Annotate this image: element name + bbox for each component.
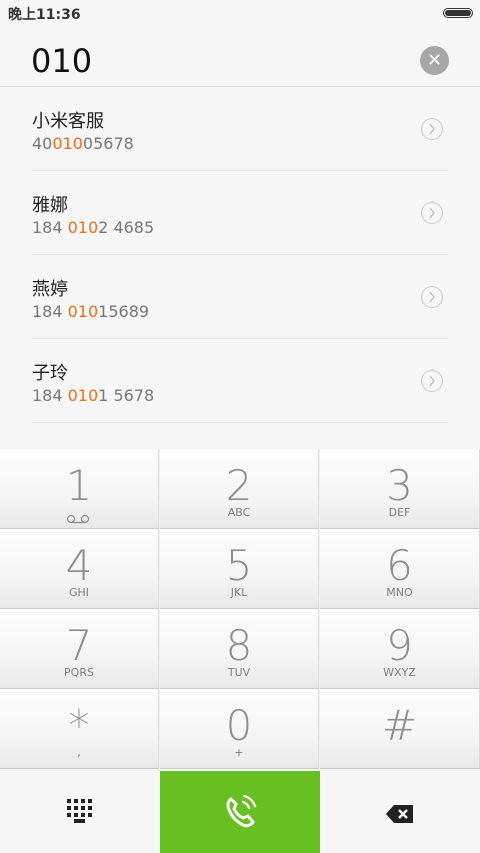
voicemail-icon	[66, 509, 90, 528]
status-time: 晚上11:36	[8, 7, 81, 23]
contact-result[interactable]: 燕婷 184 01015689	[32, 255, 448, 339]
dial-key-6[interactable]: 6 MNO	[320, 529, 480, 609]
dialpad: 1 2 ABC 3 DEF 4 GHI 5 JKL 6 MNO 7 PQRS 8…	[0, 449, 480, 771]
contact-number: 4001005678	[32, 134, 134, 153]
dial-key-1[interactable]: 1	[0, 449, 159, 529]
contact-name: 雅娜	[32, 195, 68, 216]
contact-name: 燕婷	[32, 279, 68, 300]
contact-number: 184 0101 5678	[32, 386, 155, 405]
contact-number: 184 0102 4685	[32, 218, 155, 237]
dial-key-star[interactable]: * ,	[0, 689, 159, 769]
keypad-icon[interactable]	[0, 771, 160, 853]
dial-key-9[interactable]: 9 WXYZ	[320, 609, 480, 689]
contact-name: 小米客服	[32, 111, 104, 132]
dial-key-hash[interactable]: #	[320, 689, 480, 769]
bottom-bar	[0, 771, 480, 853]
dial-key-5[interactable]: 5 JKL	[160, 529, 319, 609]
contact-result[interactable]: 子玲 184 0101 5678	[32, 339, 448, 423]
chevron-right-icon[interactable]	[421, 286, 443, 308]
contact-number: 184 01015689	[32, 302, 150, 321]
dial-key-4[interactable]: 4 GHI	[0, 529, 159, 609]
call-button[interactable]	[160, 771, 320, 853]
backspace-icon[interactable]	[320, 771, 480, 853]
close-icon[interactable]: ✕	[420, 46, 449, 75]
status-bar: 晚上11:36	[0, 0, 480, 28]
contact-result[interactable]: 雅娜 184 0102 4685	[32, 171, 448, 255]
contact-name: 子玲	[32, 363, 68, 384]
dial-key-7[interactable]: 7 PQRS	[0, 609, 159, 689]
phone-call-icon	[221, 793, 259, 835]
dial-key-3[interactable]: 3 DEF	[320, 449, 480, 529]
dial-key-2[interactable]: 2 ABC	[160, 449, 319, 529]
chevron-right-icon[interactable]	[421, 118, 443, 140]
dial-input-area: 010 ✕	[0, 28, 480, 87]
chevron-right-icon[interactable]	[421, 202, 443, 224]
contact-results: 小米客服 4001005678 雅娜 184 0102 4685 燕婷 184 …	[0, 87, 480, 449]
contact-result[interactable]: 小米客服 4001005678	[32, 87, 448, 171]
dial-key-8[interactable]: 8 TUV	[160, 609, 319, 689]
battery-icon	[443, 8, 473, 18]
chevron-right-icon[interactable]	[421, 370, 443, 392]
dial-key-0[interactable]: 0 +	[160, 689, 319, 769]
dialed-number[interactable]: 010	[31, 42, 92, 80]
